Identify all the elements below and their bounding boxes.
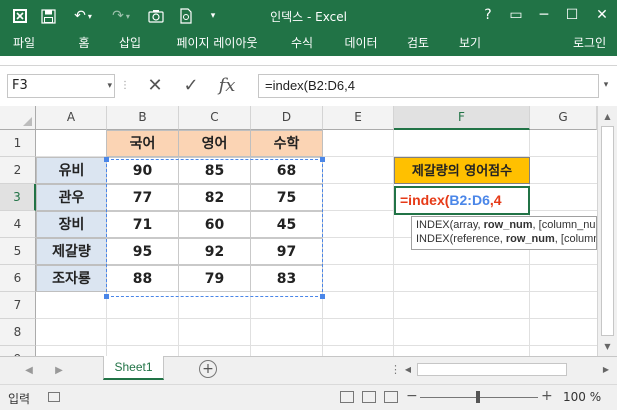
- expand-formula-bar-icon[interactable]: ▾: [599, 74, 613, 98]
- cell-b4[interactable]: 71: [106, 211, 179, 238]
- zoom-level[interactable]: 100 %: [563, 390, 601, 404]
- column-header-d[interactable]: D: [251, 106, 323, 130]
- horizontal-scrollbar[interactable]: ◀ ▶: [401, 361, 613, 378]
- zoom-out-button[interactable]: −: [406, 388, 418, 404]
- cell-a5[interactable]: 제갈량: [36, 238, 107, 265]
- function-syntax-tooltip[interactable]: INDEX(array, row_num, [column_num INDEX(…: [411, 216, 597, 250]
- page-break-view-icon[interactable]: [384, 391, 398, 403]
- tab-view[interactable]: 보기: [448, 32, 492, 56]
- tooltip-line-reference[interactable]: INDEX(reference, row_num, [column_: [416, 232, 596, 246]
- select-all-button[interactable]: [0, 106, 36, 130]
- cell-b2[interactable]: 90: [106, 157, 179, 184]
- cell-d6[interactable]: 83: [250, 265, 323, 292]
- close-button[interactable]: ✕: [588, 2, 616, 28]
- cell-c2[interactable]: 85: [178, 157, 251, 184]
- cell-c6[interactable]: 79: [178, 265, 251, 292]
- column-header-a[interactable]: A: [36, 106, 107, 130]
- row-header-2[interactable]: 2: [0, 157, 36, 184]
- horizontal-scroll-thumb[interactable]: [417, 363, 567, 376]
- cell-c5[interactable]: 92: [178, 238, 251, 265]
- row-header-9[interactable]: 9: [0, 346, 36, 356]
- scroll-up-icon[interactable]: ▲: [598, 108, 617, 125]
- cell-b1[interactable]: 국어: [106, 130, 179, 157]
- cell-c1[interactable]: 영어: [178, 130, 251, 157]
- normal-view-icon[interactable]: [340, 391, 354, 403]
- name-box-dropdown-icon[interactable]: ▾: [107, 75, 112, 97]
- vertical-scroll-thumb[interactable]: [601, 126, 614, 336]
- login-link[interactable]: 로그인: [573, 32, 617, 56]
- tab-home[interactable]: 홈: [64, 32, 104, 56]
- cancel-icon[interactable]: ✕: [140, 74, 170, 98]
- cell-b5[interactable]: 95: [106, 238, 179, 265]
- cell-d1[interactable]: 수학: [250, 130, 323, 157]
- scroll-right-icon[interactable]: ▶: [599, 361, 613, 378]
- page-layout-view-icon[interactable]: [362, 391, 376, 403]
- cell-a3[interactable]: 관우: [36, 184, 107, 211]
- sheet-tab-sheet1[interactable]: Sheet1: [103, 356, 164, 380]
- scroll-down-icon[interactable]: ▼: [598, 338, 617, 355]
- cell-d4[interactable]: 45: [250, 211, 323, 238]
- next-sheet-icon[interactable]: ▶: [52, 363, 66, 379]
- cell-d2[interactable]: 68: [250, 157, 323, 184]
- cell-c3[interactable]: 82: [178, 184, 251, 211]
- zoom-in-button[interactable]: +: [541, 388, 553, 404]
- tab-insert[interactable]: 삽입: [108, 32, 152, 56]
- tooltip-line-array[interactable]: INDEX(array, row_num, [column_num: [416, 218, 596, 232]
- cell-b6[interactable]: 88: [106, 265, 179, 292]
- title-bar: ↶ ▾ ↷ ▾ ▾ 인덱스 - Excel ? ▭ ─ ☐ ✕: [0, 0, 617, 32]
- formula-argument-part: ,4: [489, 192, 502, 208]
- column-header-c[interactable]: C: [179, 106, 251, 130]
- tab-formulas[interactable]: 수식: [280, 32, 324, 56]
- column-header-f[interactable]: F: [394, 106, 530, 130]
- row-header-5[interactable]: 5: [0, 238, 36, 265]
- cell-b3[interactable]: 77: [106, 184, 179, 211]
- formula-range-part: B2:D6: [449, 192, 490, 208]
- tab-page-layout[interactable]: 페이지 레이아웃: [162, 32, 272, 56]
- name-box-value: F3: [12, 78, 28, 93]
- cell-c4[interactable]: 60: [178, 211, 251, 238]
- drag-handle-icon[interactable]: ⋮: [120, 74, 130, 98]
- row-header-6[interactable]: 6: [0, 265, 36, 292]
- minimize-button[interactable]: ─: [530, 2, 558, 28]
- zoom-slider-thumb[interactable]: [476, 391, 480, 403]
- row-header-4[interactable]: 4: [0, 211, 36, 238]
- tab-file[interactable]: 파일: [0, 32, 48, 56]
- sheet-tabs-bar: ◀ ▶ Sheet1 + ⋮ ◀ ▶: [0, 356, 617, 384]
- vertical-scrollbar[interactable]: ▲ ▼: [597, 106, 617, 356]
- previous-sheet-icon[interactable]: ◀: [22, 363, 36, 379]
- row-header-8[interactable]: 8: [0, 319, 36, 346]
- column-header-b[interactable]: B: [107, 106, 179, 130]
- enter-check-icon[interactable]: ✓: [176, 74, 206, 98]
- ribbon-collapsed-strip: [0, 56, 617, 66]
- tab-split-handle-icon[interactable]: ⋮: [390, 363, 401, 376]
- insert-function-icon[interactable]: fx: [212, 74, 242, 98]
- formula-bar: F3 ▾ ⋮ ✕ ✓ fx =index(B2:D6,4 ▾: [0, 66, 617, 104]
- add-sheet-button[interactable]: +: [199, 360, 217, 378]
- cell-a4[interactable]: 장비: [36, 211, 107, 238]
- column-header-e[interactable]: E: [323, 106, 394, 130]
- status-bar: 입력 − + 100 %: [0, 384, 617, 410]
- ribbon-display-options-button[interactable]: ▭: [502, 2, 530, 28]
- status-mode: 입력: [8, 392, 31, 406]
- row-header-1[interactable]: 1: [0, 130, 36, 157]
- maximize-button[interactable]: ☐: [558, 2, 586, 28]
- formula-function-part: =index(: [400, 192, 450, 208]
- name-box[interactable]: F3 ▾: [7, 74, 115, 98]
- tab-review[interactable]: 검토: [396, 32, 440, 56]
- help-button[interactable]: ?: [474, 2, 502, 28]
- row-header-3[interactable]: 3: [0, 184, 36, 211]
- active-cell-f3[interactable]: =index(B2:D6,4: [394, 186, 530, 215]
- cell-d5[interactable]: 97: [250, 238, 323, 265]
- cell-d3[interactable]: 75: [250, 184, 323, 211]
- formula-input[interactable]: =index(B2:D6,4: [258, 74, 599, 98]
- ribbon-tabs: 파일 홈 삽입 페이지 레이아웃 수식 데이터 검토 보기 로그인: [0, 32, 617, 56]
- scroll-left-icon[interactable]: ◀: [401, 361, 415, 378]
- row-header-7[interactable]: 7: [0, 292, 36, 319]
- tab-data[interactable]: 데이터: [334, 32, 388, 56]
- cell-a2[interactable]: 유비: [36, 157, 107, 184]
- column-header-g[interactable]: G: [530, 106, 597, 130]
- cell-f2[interactable]: 제갈량의 영어점수: [394, 157, 530, 184]
- cell-a6[interactable]: 조자룡: [36, 265, 107, 292]
- macro-record-icon[interactable]: [48, 392, 60, 402]
